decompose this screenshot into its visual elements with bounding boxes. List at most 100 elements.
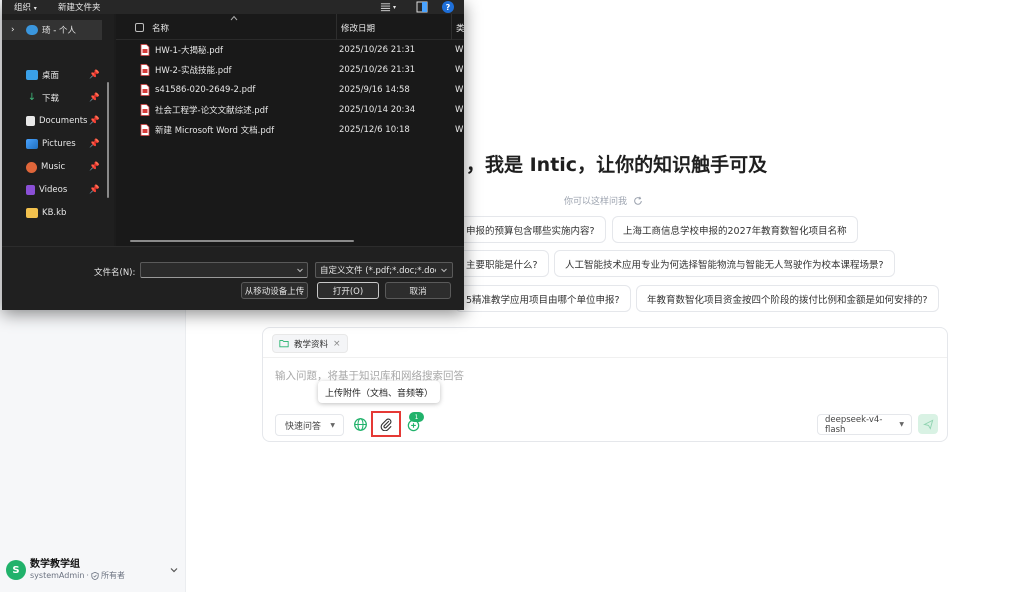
suggestion-chip[interactable]: 5精准教学应用项目由哪个单位申报?: [455, 285, 631, 312]
file-date: 2025/10/26 21:31: [339, 65, 416, 75]
chevron-down-icon[interactable]: [168, 564, 180, 576]
suggestion-chip[interactable]: 申报的预算包含哪些实施内容?: [455, 216, 606, 243]
file-name: HW-2-实战技能.pdf: [155, 66, 232, 76]
file-name: HW-1-大揭秘.pdf: [155, 46, 223, 56]
horizontal-scrollbar[interactable]: [130, 240, 354, 242]
model-select[interactable]: deepseek-v4-flash ▼: [817, 414, 912, 435]
new-folder-button[interactable]: 新建文件夹: [58, 1, 101, 13]
suggestion-chip[interactable]: 上海工商信息学校申报的2027年教育数智化项目名称: [612, 216, 858, 243]
kb-tab-row: 教学资料 ×: [263, 328, 947, 358]
desktop-icon: [26, 70, 38, 80]
download-icon: ↓: [27, 92, 37, 103]
column-name[interactable]: 名称: [152, 22, 169, 34]
nav-item-music[interactable]: Music 📌: [2, 157, 102, 177]
suggestion-chip[interactable]: 人工智能技术应用专业为何选择智能物流与智能无人驾驶作为校本课程场景?: [554, 250, 895, 277]
file-row[interactable]: 新建 Microsoft Word 文档.pdf 2025/12/6 10:18…: [116, 120, 464, 140]
nav-item-pictures[interactable]: Pictures 📌: [2, 134, 102, 154]
file-row[interactable]: HW-1-大揭秘.pdf 2025/10/26 21:31 W: [116, 40, 464, 60]
plugin-count-badge: 1: [409, 412, 424, 422]
attach-tooltip: 上传附件（文档、音频等）: [318, 381, 441, 403]
column-divider[interactable]: [336, 14, 337, 40]
chevron-right-icon[interactable]: ›: [11, 25, 15, 35]
refresh-icon[interactable]: [633, 196, 643, 206]
filename-input[interactable]: [140, 262, 308, 278]
pictures-icon: [26, 139, 38, 149]
dialog-footer: 文件名(N): 自定义文件 (*.pdf;*.doc;*.docx 从移动设备上…: [2, 246, 464, 310]
file-type: W: [455, 125, 464, 135]
scrollbar[interactable]: [107, 82, 109, 198]
nav-item-videos[interactable]: Videos 📌: [2, 180, 102, 200]
file-date: 2025/10/14 20:34: [339, 105, 416, 115]
pdf-file-icon: [140, 124, 150, 136]
select-all-checkbox[interactable]: [135, 23, 144, 32]
user-subline: systemAdmin · 所有者: [30, 571, 168, 581]
folder-icon: [279, 340, 289, 348]
onedrive-icon: [26, 25, 38, 35]
column-type[interactable]: 类: [456, 22, 464, 34]
team-name: 数学教学组: [30, 559, 80, 571]
file-date: 2025/10/26 21:31: [339, 45, 416, 55]
chevron-down-icon: [441, 268, 447, 273]
file-row[interactable]: s41586-020-2649-2.pdf 2025/9/16 14:58 W: [116, 80, 464, 100]
model-label: deepseek-v4-flash: [825, 414, 883, 435]
user-panel[interactable]: S 数学教学组 systemAdmin · 所有者: [6, 553, 180, 587]
pdf-file-icon: [140, 64, 150, 76]
documents-icon: [26, 116, 35, 126]
open-button[interactable]: 打开(O): [317, 282, 379, 299]
pin-icon: 📌: [89, 139, 100, 149]
nav-item-desktop[interactable]: 桌面 📌: [2, 65, 102, 85]
file-type: W: [455, 65, 464, 75]
file-date: 2025/9/16 14:58: [339, 85, 410, 95]
column-header: 名称 修改日期 类: [116, 14, 464, 40]
cancel-button[interactable]: 取消: [385, 282, 451, 299]
view-button[interactable]: ▾: [380, 1, 402, 13]
preview-pane-icon[interactable]: [416, 1, 428, 13]
file-type: W: [455, 45, 464, 55]
pin-icon: 📌: [89, 93, 100, 103]
send-button[interactable]: [918, 414, 938, 434]
mode-select[interactable]: 快速问答 ▼: [275, 414, 344, 436]
avatar: S: [6, 560, 26, 580]
file-type-select[interactable]: 自定义文件 (*.pdf;*.doc;*.docx: [315, 262, 453, 278]
pdf-file-icon: [140, 84, 150, 96]
pin-icon: 📌: [89, 185, 100, 195]
knowledge-base-tab[interactable]: 教学资料 ×: [272, 334, 348, 353]
help-icon[interactable]: ?: [442, 1, 454, 13]
web-search-button[interactable]: [350, 414, 370, 434]
suggestion-chip[interactable]: 主要职能是什么?: [455, 250, 549, 277]
chevron-down-icon[interactable]: [296, 266, 304, 274]
column-divider[interactable]: [451, 14, 452, 40]
list-view-icon: [380, 3, 391, 12]
paperclip-icon: [380, 418, 392, 431]
file-name: 新建 Microsoft Word 文档.pdf: [155, 126, 275, 136]
filename-label: 文件名(N):: [94, 268, 136, 278]
file-type-label: 自定义文件 (*.pdf;*.doc;*.docx: [320, 266, 436, 276]
suggestion-chip[interactable]: 年教育数智化项目资金按四个阶段的拨付比例和金额是如何安排的?: [636, 285, 939, 312]
sort-up-icon: [230, 15, 238, 21]
column-date[interactable]: 修改日期: [341, 22, 375, 34]
dialog-toolbar: 组织 ▾ 新建文件夹 ▾ ?: [2, 0, 464, 14]
file-open-dialog: 组织 ▾ 新建文件夹 ▾ ? › 琦 - 个人 桌面 📌 ↓ 下载 📌 Docu…: [2, 0, 464, 310]
navigation-pane: › 琦 - 个人 桌面 📌 ↓ 下载 📌 Documents 📌 Picture…: [2, 14, 114, 246]
close-icon[interactable]: ×: [333, 339, 341, 349]
file-row[interactable]: 社会工程学-论文文献综述.pdf 2025/10/14 20:34 W: [116, 100, 464, 120]
nav-item-downloads[interactable]: ↓ 下载 📌: [2, 88, 102, 108]
pdf-file-icon: [140, 104, 150, 116]
nav-item-onedrive[interactable]: › 琦 - 个人: [2, 20, 102, 40]
nav-item-kb[interactable]: KB.kb: [2, 203, 102, 223]
separator: ·: [86, 571, 89, 581]
account-name: systemAdmin: [30, 571, 85, 581]
attach-button[interactable]: [371, 411, 401, 437]
pin-icon: 📌: [89, 116, 100, 126]
caret-down-icon: ▼: [330, 421, 335, 429]
nav-item-documents[interactable]: Documents 📌: [2, 111, 102, 131]
file-type: W: [455, 85, 464, 95]
kb-tab-label: 教学资料: [294, 339, 329, 350]
organize-menu[interactable]: 组织 ▾: [14, 1, 37, 13]
pin-icon: 📌: [89, 70, 100, 80]
globe-icon: [353, 417, 367, 431]
upload-from-mobile-button[interactable]: 从移动设备上传: [241, 282, 308, 299]
file-row[interactable]: HW-2-实战技能.pdf 2025/10/26 21:31 W: [116, 60, 464, 80]
folder-icon: [26, 208, 38, 218]
file-list: 名称 修改日期 类 HW-1-大揭秘.pdf 2025/10/26 21:31 …: [116, 14, 464, 246]
